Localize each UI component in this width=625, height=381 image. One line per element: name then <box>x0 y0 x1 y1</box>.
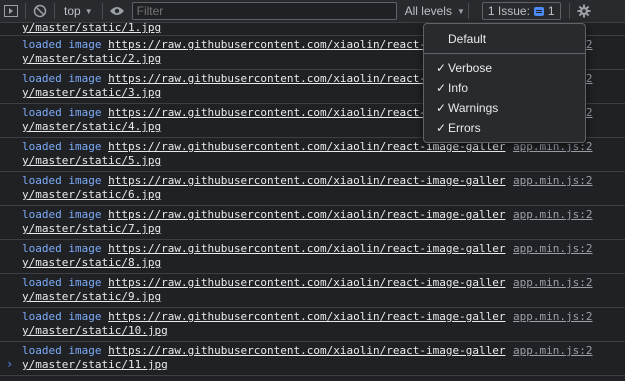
log-url[interactable]: https://raw.githubusercontent.com/xiaoli… <box>108 310 505 323</box>
toolbar-divider <box>467 3 469 19</box>
chevron-down-icon: ▼ <box>456 6 465 16</box>
log-source-link[interactable]: app.min.js:2 <box>513 174 592 188</box>
log-line: loaded image https://raw.githubuserconte… <box>22 276 505 290</box>
log-url[interactable]: https://raw.githubusercontent.com/xiaoli… <box>108 344 505 357</box>
menu-item-label: Warnings <box>448 101 499 115</box>
clear-console-icon[interactable] <box>29 0 51 22</box>
toolbar-divider <box>25 3 26 19</box>
log-url-continuation[interactable]: y/master/static/2.jpg <box>22 52 161 66</box>
log-url-continuation[interactable]: y/master/static/9.jpg <box>22 290 161 304</box>
log-message: loaded image <box>22 242 102 255</box>
log-message: loaded image <box>22 72 102 85</box>
log-url-continuation[interactable]: y/master/static/4.jpg <box>22 120 161 134</box>
log-source-link[interactable]: app.min.js:2 <box>513 344 592 358</box>
log-url[interactable]: https://raw.githubusercontent.com/xiaoli… <box>108 276 505 289</box>
checkmark-icon: ✓ <box>435 101 446 115</box>
context-label: top <box>64 4 81 18</box>
console-row: loaded image https://raw.githubuserconte… <box>0 342 625 376</box>
log-url-continuation[interactable]: y/master/static/8.jpg <box>22 256 161 270</box>
console-row: loaded image https://raw.githubuserconte… <box>0 240 625 274</box>
log-url[interactable]: https://raw.githubusercontent.com/xiaoli… <box>108 208 505 221</box>
filter-input[interactable] <box>131 2 397 20</box>
log-message: loaded image <box>22 140 102 153</box>
menu-item-label: Errors <box>448 121 481 135</box>
log-source-link[interactable]: app.min.js:2 <box>513 208 592 222</box>
toolbar-divider <box>101 3 103 19</box>
menu-item-label: Info <box>448 81 469 95</box>
chevron-down-icon: ▼ <box>84 6 93 16</box>
log-message: loaded image <box>22 174 102 187</box>
log-line: loaded image https://raw.githubuserconte… <box>22 242 505 256</box>
issues-count: 1 <box>547 4 555 18</box>
console-toolbar: top ▼ All levels ▼ 1 Issue: 1 <box>0 0 625 23</box>
log-line: loaded image https://raw.githubuserconte… <box>22 310 505 324</box>
console-row: loaded image https://raw.githubuserconte… <box>0 172 625 206</box>
issue-message-icon <box>533 6 544 16</box>
sidebar-toggle-icon[interactable] <box>0 0 22 22</box>
menu-item-label: Verbose <box>448 61 493 75</box>
log-url-continuation[interactable]: y/master/static/5.jpg <box>22 154 161 168</box>
log-message: loaded image <box>22 106 102 119</box>
log-url-continuation[interactable]: y/master/static/11.jpg <box>22 358 168 372</box>
menu-divider <box>424 53 585 54</box>
devtools-console: top ▼ All levels ▼ 1 Issue: 1 <box>0 0 625 381</box>
log-source-link[interactable]: app.min.js:2 <box>513 242 592 256</box>
log-levels-dropdown[interactable]: All levels ▼ <box>405 4 465 18</box>
log-url[interactable]: https://raw.githubusercontent.com/xiaoli… <box>108 174 505 187</box>
checkmark-icon: ✓ <box>435 81 446 95</box>
log-source-link[interactable]: app.min.js:2 <box>513 310 592 324</box>
menu-item-verbose[interactable]: ✓ Verbose <box>424 58 585 78</box>
log-levels-menu: Default ✓ Verbose ✓ Info ✓ Warnings ✓ Errors <box>423 23 586 143</box>
log-url-continuation[interactable]: y/master/static/6.jpg <box>22 188 161 202</box>
console-prompt[interactable]: › <box>6 357 13 371</box>
log-message: loaded image <box>22 344 102 357</box>
log-message: loaded image <box>22 310 102 323</box>
log-line: loaded image https://raw.githubuserconte… <box>22 344 505 358</box>
console-row: loaded image https://raw.githubuserconte… <box>0 206 625 240</box>
issues-label: 1 Issue: <box>487 4 530 18</box>
log-message: loaded image <box>22 276 102 289</box>
context-selector[interactable]: top ▼ <box>58 4 99 18</box>
issues-button[interactable]: 1 Issue: 1 <box>481 2 561 20</box>
log-url-continuation[interactable]: y/master/static/3.jpg <box>22 86 161 100</box>
menu-item-label: Default <box>448 32 487 46</box>
log-levels-label: All levels <box>404 4 452 18</box>
log-url[interactable]: https://raw.githubusercontent.com/xiaoli… <box>108 242 505 255</box>
menu-item-default[interactable]: Default <box>424 29 585 49</box>
log-url-continuation[interactable]: y/master/static/10.jpg <box>22 324 168 338</box>
log-line: loaded image https://raw.githubuserconte… <box>22 174 505 188</box>
checkmark-icon: ✓ <box>435 121 446 135</box>
eye-icon[interactable] <box>106 0 128 22</box>
log-source-link[interactable]: app.min.js:2 <box>513 276 592 290</box>
gear-icon[interactable] <box>573 0 595 22</box>
console-row: loaded image https://raw.githubuserconte… <box>0 138 625 172</box>
log-url-continuation[interactable]: y/master/static/1.jpg <box>22 21 161 35</box>
menu-item-warnings[interactable]: ✓ Warnings <box>424 98 585 118</box>
log-url-continuation[interactable]: y/master/static/7.jpg <box>22 222 161 236</box>
log-line: loaded image https://raw.githubuserconte… <box>22 208 505 222</box>
toolbar-divider <box>568 3 570 19</box>
menu-item-errors[interactable]: ✓ Errors <box>424 118 585 138</box>
log-message: loaded image <box>22 208 102 221</box>
toolbar-divider <box>54 3 55 19</box>
console-row: loaded image https://raw.githubuserconte… <box>0 274 625 308</box>
checkmark-icon: ✓ <box>435 61 446 75</box>
log-message: loaded image <box>22 38 102 51</box>
console-row: loaded image https://raw.githubuserconte… <box>0 308 625 342</box>
menu-item-info[interactable]: ✓ Info <box>424 78 585 98</box>
